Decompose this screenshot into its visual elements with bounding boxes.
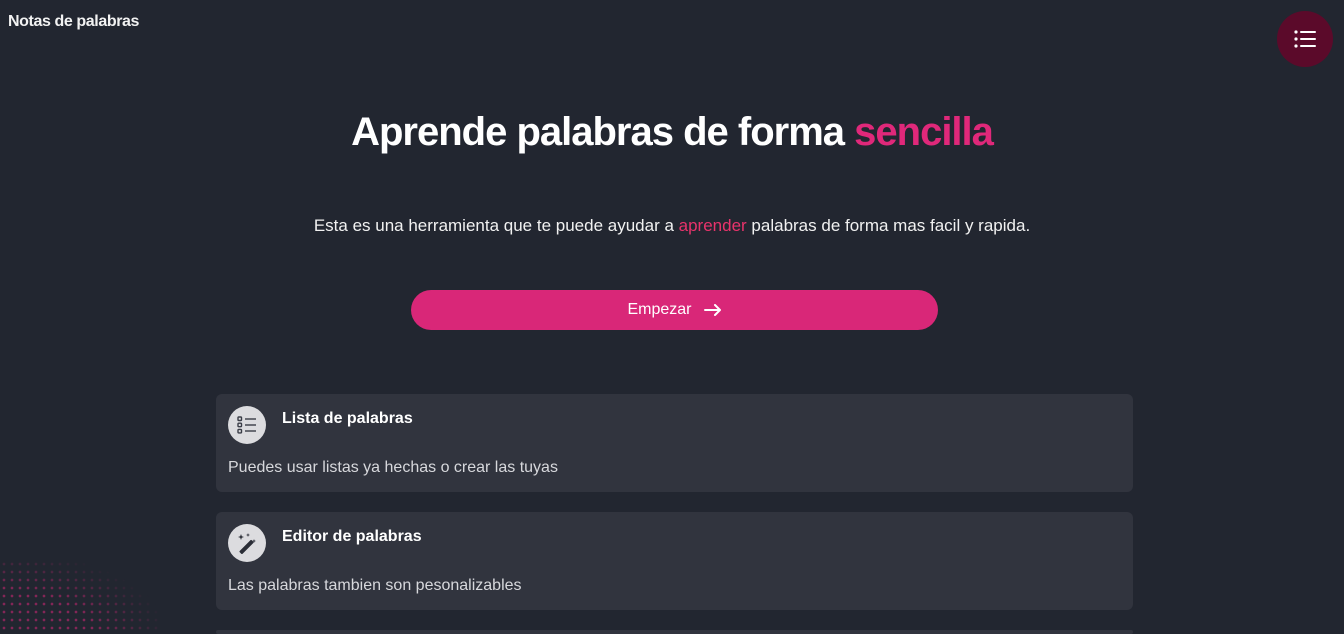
- start-button[interactable]: Empezar: [411, 290, 938, 330]
- feature-card-partial[interactable]: [216, 630, 1133, 634]
- hero-title: Aprende palabras de forma sencilla: [0, 110, 1344, 155]
- feature-description: Puedes usar listas ya hechas o crear las…: [228, 459, 558, 476]
- page: Notas de palabras Aprende palabras de fo…: [0, 0, 1344, 634]
- hero-title-main: Aprende palabras de forma: [351, 110, 855, 154]
- hero-title-accent: sencilla: [854, 110, 994, 154]
- list-icon: [1294, 30, 1316, 48]
- feature-title: Lista de palabras: [282, 410, 413, 427]
- decorative-dot-pattern: [0, 560, 160, 634]
- hero-subtitle-before: Esta es una herramienta que te puede ayu…: [313, 216, 679, 235]
- feature-card-word-list[interactable]: Lista de palabras Puedes usar listas ya …: [216, 394, 1133, 492]
- feature-card-word-editor[interactable]: Editor de palabras Las palabras tambien …: [216, 512, 1133, 610]
- brand-title[interactable]: Notas de palabras: [8, 13, 139, 31]
- feature-description: Las palabras tambien son pesonalizables: [228, 577, 522, 594]
- feature-title: Editor de palabras: [282, 528, 422, 545]
- hero-subtitle-after: palabras de forma mas facil y rapida.: [746, 216, 1031, 235]
- magic-wand-icon: [228, 524, 266, 562]
- hero-subtitle-accent: aprender: [678, 216, 747, 235]
- checklist-icon: [228, 406, 266, 444]
- start-button-label: Empezar: [627, 301, 692, 318]
- hero-subtitle: Esta es una herramienta que te puede ayu…: [0, 216, 1344, 236]
- menu-button[interactable]: [1277, 11, 1333, 67]
- arrow-right-icon: [703, 304, 721, 316]
